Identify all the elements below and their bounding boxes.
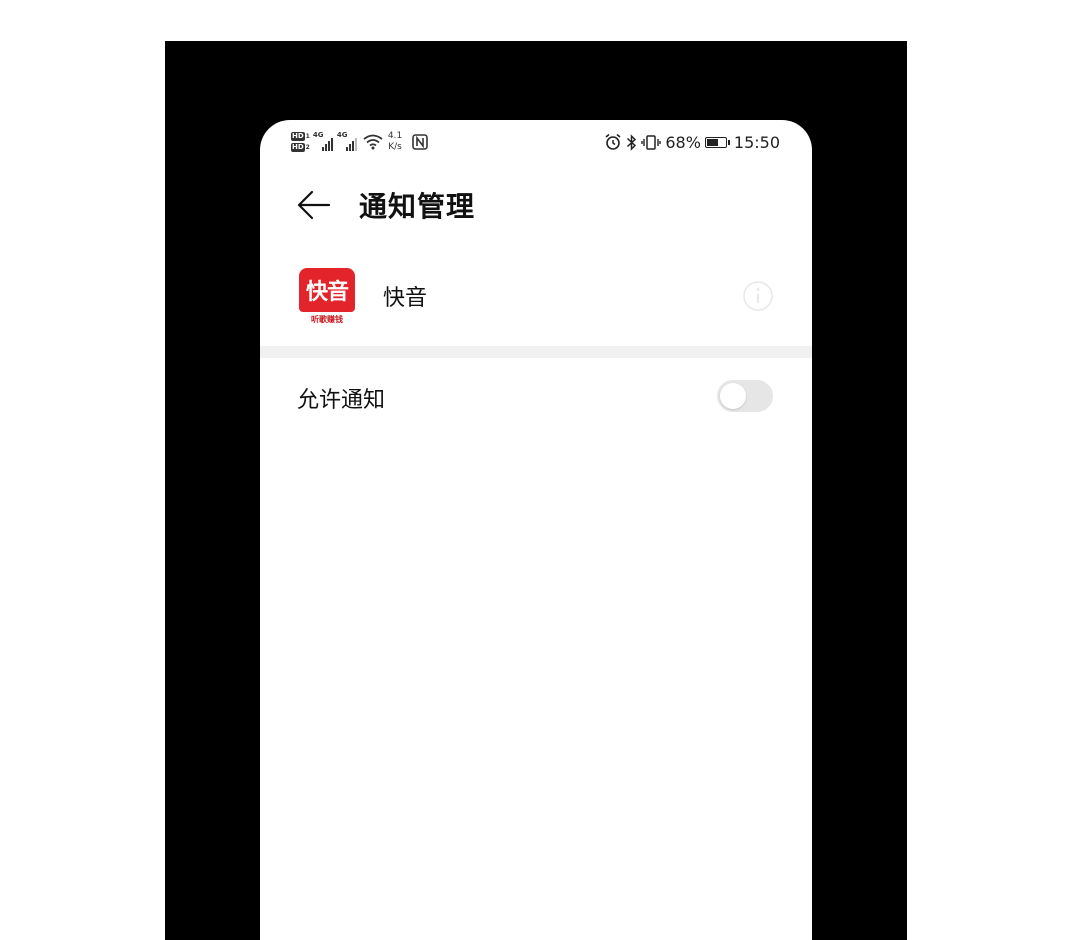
sim1-label: 1 [305,133,310,140]
status-bar-right: 68% 15:50 [604,130,780,154]
screen-frame: HD 1 HD 2 4G 4G 4.1 K/s 68% 15:50 通知管理 快… [165,41,907,940]
nfc-icon [412,134,428,150]
toggle-knob [720,383,746,409]
status-bar-left: HD 1 HD 2 4G 4G 4.1 K/s [291,128,428,156]
battery-percent: 68% [665,132,701,152]
app-icon: 快音 听歌赚钱 [299,268,355,326]
wifi-icon [363,134,383,150]
title-bar: 通知管理 [260,175,812,235]
status-bar: HD 1 HD 2 4G 4G 4.1 K/s 68% 15:50 [260,120,812,164]
arrow-left-icon [297,190,331,220]
speed-unit: K/s [388,142,402,152]
bluetooth-icon [627,133,637,151]
info-icon [743,281,773,311]
back-button[interactable] [296,188,332,222]
allow-notifications-row[interactable]: 允许通知 [260,366,812,428]
app-info-row: 快音 听歌赚钱 快音 [260,258,812,340]
alarm-icon [605,133,621,150]
allow-notifications-toggle[interactable] [717,380,773,412]
page-title: 通知管理 [359,190,476,223]
network-speed: 4.1 K/s [388,131,402,153]
hd-badge: HD [291,143,305,152]
app-icon-logo: 快音 [299,268,355,312]
network-type-1: 4G [312,131,324,139]
battery-icon [704,136,730,148]
sim2-label: 2 [305,144,310,151]
app-name: 快音 [383,286,428,311]
signal-icon: 4G [313,131,333,153]
info-button[interactable] [742,280,774,312]
speed-value: 4.1 [387,131,403,141]
section-divider [260,346,812,358]
clock: 15:50 [733,132,780,152]
hd-badge: HD [291,132,305,141]
vibrate-icon [641,134,662,150]
allow-notifications-label: 允许通知 [297,388,386,413]
app-icon-subtext: 听歌赚钱 [311,315,343,324]
network-type-2: 4G [336,131,348,139]
signal-icon: 4G [337,131,357,153]
hd-icon: HD 1 HD 2 [291,132,310,152]
phone-screen: HD 1 HD 2 4G 4G 4.1 K/s 68% 15:50 通知管理 快… [260,120,812,940]
